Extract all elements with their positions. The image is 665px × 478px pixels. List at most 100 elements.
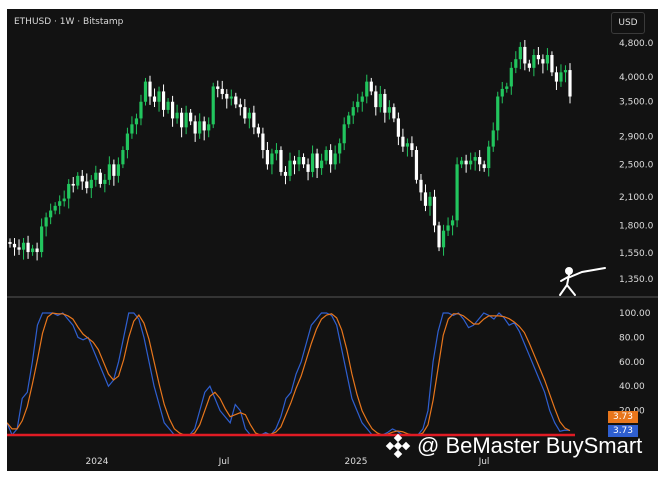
candle-down [536,55,540,60]
candle-up [441,230,446,248]
candle-up [545,55,550,64]
candle-up [446,225,450,231]
candle-down [482,164,486,169]
candle-down [148,81,152,97]
candle-up [40,226,44,253]
candle-down [414,150,419,180]
time-tick-label: 2025 [345,457,368,467]
stoch-k-line [6,312,571,437]
osc-tick-label: 60.00 [619,358,645,368]
candle-down [568,70,572,97]
candle-down [306,164,310,172]
candle-up [378,93,382,108]
osc-tick-label: 40.00 [619,382,645,392]
binance-logo-icon [385,433,411,459]
candle-up [229,96,233,99]
candle-down [193,121,197,134]
candle-up [297,157,301,165]
candle-down [432,196,437,226]
candle-up [143,81,148,102]
candle-up [53,205,57,211]
stoch-d-line [6,312,571,436]
candle-down [265,150,270,165]
candle-down [98,172,102,184]
candle-up [130,124,134,134]
watermark: @ BeMaster BuySmart [385,433,642,459]
chart-svg[interactable]: 4,800.0 4,000.0 3,500.0 2,900.0 2,500.0 2,100… [6,9,658,471]
candle-up [473,157,477,161]
symbol-title: ETHUSD · 1W · Bitstamp [14,17,124,27]
candle-up [310,153,315,172]
candle-up [211,86,215,125]
price-tick-label: 1,350.0 [619,275,654,285]
candle-up [428,196,432,206]
candle-down [478,157,482,165]
currency-button[interactable]: USD [611,12,645,34]
candle-up [500,88,504,97]
candle-up [338,143,342,154]
candle-down [238,104,242,108]
candle-up [270,153,274,165]
watermark-text: @ BeMaster BuySmart [417,433,643,458]
candle-down [423,192,428,206]
candle-up [247,112,251,119]
candle-down [256,127,260,134]
candle-up [351,107,355,116]
price-tick-label: 2,500.0 [619,160,654,170]
candle-up [89,179,93,189]
candle-down [180,112,184,128]
candle-down [112,164,116,176]
candle-down [243,107,247,119]
candle-down [17,247,21,250]
candle-up [21,242,26,250]
candle-up [30,248,35,253]
d-value-badge: 3.73 [608,411,638,423]
candle-up [460,160,464,165]
candle-up [125,133,130,151]
candle-down [12,243,17,248]
candle-up [166,101,170,110]
price-tick-label: 1,550.0 [619,249,654,259]
candle-up [49,210,53,218]
candle-up [333,153,337,165]
candle-up [360,96,364,102]
candle-down [80,175,84,182]
candle-up [405,143,410,147]
candle-down [527,63,531,68]
candle-down [225,93,229,99]
candle-down [437,225,441,248]
candle-down [410,143,414,151]
candle-up [76,175,80,186]
candle-up [157,91,161,102]
candle-down [234,96,238,105]
candle-up [207,124,211,131]
candle-up [532,55,536,68]
candle-up [559,72,563,82]
candle-up [139,101,143,119]
candle-up [509,67,513,87]
candle-down [401,136,405,147]
time-tick-label: Jul [218,457,230,467]
candle-down [170,101,175,119]
candle-down [301,157,306,165]
price-tick-label: 4,800.0 [619,39,654,49]
candle-up [450,220,455,226]
candle-up [274,150,279,154]
candle-up [107,164,111,180]
candle-down [315,153,319,169]
candle-up [198,121,202,134]
candle-up [505,86,509,89]
chart-area[interactable]: 4,800.0 4,000.0 3,500.0 2,900.0 2,500.0 2,100… [6,9,658,471]
candle-up [175,112,179,119]
candle-up [103,179,107,184]
candle-up [514,59,518,68]
candle-down [189,112,193,122]
candle-down [35,248,39,253]
price-tick-label: 1,800.0 [619,221,654,231]
price-tick-label: 2,100.0 [619,193,654,203]
candle-down [279,150,283,172]
candle-down [220,88,224,94]
candle-up [134,118,139,125]
candle-down [369,81,373,92]
candle-up [320,160,324,169]
